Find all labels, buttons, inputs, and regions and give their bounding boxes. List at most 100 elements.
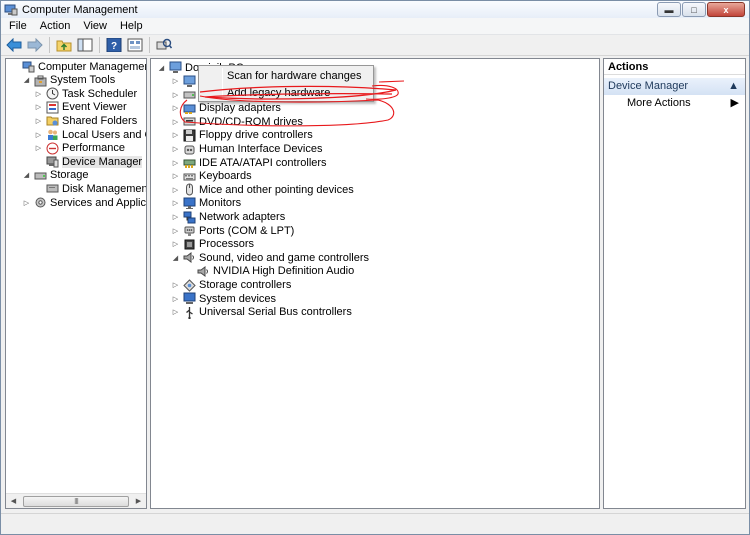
close-button[interactable]: x — [707, 2, 745, 17]
console-tree-item-row[interactable]: ▷ Task Scheduler — [34, 87, 137, 100]
expand-toggle-icon — [10, 62, 19, 71]
device-category-label: DVD/CD-ROM drives — [199, 115, 303, 128]
device-category-row[interactable]: ▷ Universal Serial Bus controllers — [171, 306, 352, 319]
shared-folder-icon — [46, 116, 59, 126]
expand-toggle-icon[interactable]: ▷ — [34, 116, 43, 125]
device-category-row[interactable]: ◢ Sound, video and game controllers — [171, 251, 369, 264]
console-tree-item-label: Device Manager — [62, 155, 143, 168]
expand-toggle-icon[interactable]: ◢ — [22, 171, 31, 180]
scroll-thumb[interactable]: III — [23, 496, 129, 507]
expand-toggle-icon[interactable]: ▷ — [171, 240, 180, 249]
console-tree-item-row[interactable]: ▷ Event Viewer — [34, 101, 127, 114]
device-category-row[interactable]: ▷ Mice and other pointing devices — [171, 183, 354, 196]
back-arrow-icon[interactable] — [5, 36, 23, 54]
console-tree-item-label: Task Scheduler — [62, 87, 138, 100]
hid-icon — [184, 145, 195, 154]
device-category-label: Display adapters — [199, 102, 281, 115]
console-tree-item-label: Computer Management (Local — [38, 60, 146, 73]
console-tree-pane[interactable]: Computer Management (Local◢System Tools▷… — [5, 58, 147, 509]
expand-toggle-icon[interactable]: ▷ — [171, 131, 180, 140]
title-bar[interactable]: Computer Management ▬ □ x — [1, 1, 749, 18]
expand-toggle-icon[interactable]: ▷ — [171, 90, 180, 99]
expand-toggle-icon[interactable]: ▷ — [171, 294, 180, 303]
menu-item-add-legacy-hardware[interactable]: Add legacy hardware — [201, 85, 371, 101]
scroll-right-icon[interactable]: ▶ — [131, 494, 146, 509]
expand-toggle-icon[interactable]: ◢ — [157, 63, 166, 72]
device-tree-pane[interactable]: ◢ Dominik-PC ▷C▷Di▷Display adapters▷DVD/… — [150, 58, 600, 509]
help-icon[interactable]: ? — [105, 36, 123, 54]
mouse-icon — [186, 183, 193, 196]
device-category-row[interactable]: ▷ Floppy drive controllers — [171, 129, 313, 142]
event-viewer-icon — [46, 101, 59, 114]
expand-toggle-icon[interactable]: ▷ — [171, 213, 180, 222]
computer-management-window: Computer Management ▬ □ x File Action Vi… — [0, 0, 750, 535]
console-tree-item-row[interactable]: ◢ Storage — [22, 169, 89, 182]
expand-toggle-icon[interactable]: ▷ — [171, 158, 180, 167]
console-tree-item-row[interactable]: ▷ Local Users and Groups — [34, 128, 146, 141]
menu-view[interactable]: View — [78, 18, 112, 35]
minimize-button[interactable]: ▬ — [657, 2, 681, 17]
console-tree-item-row[interactable]: ▷ Performance — [34, 142, 125, 155]
actions-section-device-manager[interactable]: Device Manager ▲ — [604, 78, 745, 95]
expand-toggle-icon[interactable]: ▷ — [171, 172, 180, 181]
show-hide-tree-icon[interactable] — [76, 36, 94, 54]
device-category-row[interactable]: ▷ IDE ATA/ATAPI controllers — [171, 156, 327, 169]
device-category-label: Sound, video and game controllers — [199, 251, 369, 264]
expand-toggle-icon[interactable]: ▷ — [171, 77, 180, 86]
computer-icon — [183, 75, 196, 87]
properties-icon[interactable] — [126, 36, 144, 54]
device-category-row[interactable]: ▷ Storage controllers — [171, 278, 292, 292]
device-category-label: Human Interface Devices — [199, 143, 323, 155]
device-category-row[interactable]: NVIDIA High Definition Audio — [185, 265, 354, 278]
expand-toggle-icon[interactable]: ▷ — [171, 226, 180, 235]
expand-toggle-icon[interactable]: ▷ — [34, 144, 43, 153]
menu-action[interactable]: Action — [35, 18, 76, 35]
expand-toggle-icon[interactable]: ▷ — [171, 308, 180, 317]
device-category-row[interactable]: ▷ Keyboards — [171, 170, 252, 183]
expand-toggle-icon[interactable]: ▷ — [171, 117, 180, 126]
device-category-row[interactable]: ▷ Human Interface Devices — [171, 143, 323, 156]
scroll-left-icon[interactable]: ◀ — [6, 494, 21, 509]
expand-toggle-icon[interactable]: ▷ — [171, 281, 180, 290]
device-category-row[interactable]: ▷ Network adapters — [171, 211, 285, 224]
device-category-row[interactable]: ▷ Processors — [171, 238, 254, 251]
menu-item-scan-hardware[interactable]: Scan for hardware changes — [201, 68, 371, 84]
scan-hardware-icon[interactable] — [155, 36, 173, 54]
device-category-row[interactable]: ▷ DVD/CD-ROM drives — [171, 115, 303, 128]
up-folder-icon[interactable] — [55, 36, 73, 54]
expand-toggle-icon[interactable]: ▷ — [171, 104, 180, 113]
horizontal-scrollbar[interactable]: ◀ III ▶ — [6, 493, 146, 508]
expand-toggle-icon[interactable]: ◢ — [22, 76, 31, 85]
console-tree-item-row[interactable]: ▷ Shared Folders — [34, 114, 137, 127]
console-tree-item-row[interactable]: ◢ System Tools — [22, 74, 115, 87]
maximize-button[interactable]: □ — [682, 2, 706, 17]
expand-toggle-icon[interactable]: ▷ — [34, 103, 43, 112]
console-tree-item-row[interactable]: ▷ Services and Applications — [22, 196, 146, 209]
forward-arrow-icon[interactable] — [26, 36, 44, 54]
expand-toggle-icon[interactable]: ▷ — [22, 198, 31, 207]
console-tree-item-row[interactable]: Device Manager — [34, 155, 143, 168]
menu-bar: File Action View Help — [1, 18, 749, 35]
console-tree-item-row[interactable]: Disk Management — [34, 182, 146, 195]
expand-toggle-icon[interactable]: ▷ — [171, 199, 180, 208]
toolbar-separator — [49, 37, 50, 53]
disk-drive-icon — [183, 91, 196, 99]
more-actions-item[interactable]: More Actions ▶ — [604, 95, 745, 112]
expand-toggle-icon[interactable]: ▷ — [171, 185, 180, 194]
storage-icon — [34, 172, 47, 180]
device-category-row[interactable]: ▷ System devices — [171, 292, 276, 305]
collapse-up-icon[interactable]: ▲ — [728, 78, 739, 95]
expand-toggle-icon[interactable]: ▷ — [34, 130, 43, 139]
menu-file[interactable]: File — [4, 18, 32, 35]
menu-help[interactable]: Help — [115, 18, 148, 35]
device-category-label: Storage controllers — [199, 279, 292, 291]
usb-icon — [186, 306, 193, 319]
port-icon — [184, 226, 195, 237]
device-category-row[interactable]: ▷ Monitors — [171, 197, 241, 210]
expand-toggle-icon[interactable]: ◢ — [171, 253, 180, 262]
device-category-row[interactable]: ▷ Display adapters — [171, 102, 281, 115]
console-tree-item-row[interactable]: Computer Management (Local — [10, 60, 146, 73]
expand-toggle-icon[interactable]: ▷ — [171, 145, 180, 154]
device-category-row[interactable]: ▷ Ports (COM & LPT) — [171, 224, 295, 237]
expand-toggle-icon[interactable]: ▷ — [34, 89, 43, 98]
